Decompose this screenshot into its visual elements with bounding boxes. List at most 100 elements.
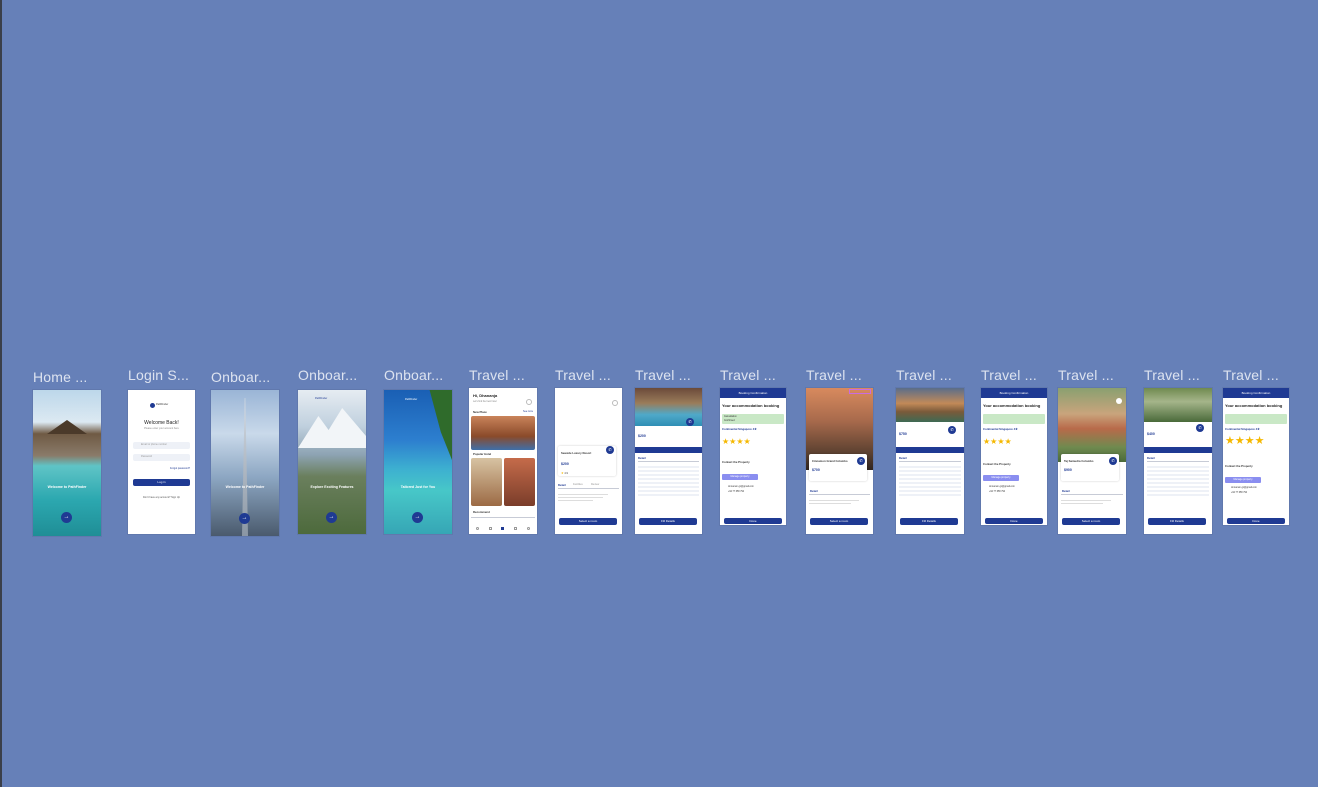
desc-line-2 <box>1061 503 1103 504</box>
room-tabs-bar[interactable] <box>1144 447 1212 453</box>
onboarding-1-next-button[interactable]: → <box>239 513 250 524</box>
contact-phone[interactable]: +94 77 658 794 <box>989 490 1005 494</box>
select-room-button[interactable]: Select a room <box>1062 518 1120 525</box>
frame-label-onboarding-1[interactable]: Onboar... <box>211 369 270 385</box>
favorite-icon[interactable] <box>1116 398 1122 404</box>
done-button[interactable]: Done <box>985 518 1043 524</box>
onboarding-2-screen[interactable]: PathFinder Explore Exciting Features → <box>298 390 366 534</box>
tab-detail[interactable]: Detail <box>558 483 566 487</box>
star-icon: ★★★★ <box>983 437 1012 446</box>
tab-detail[interactable]: Detail <box>1062 489 1070 493</box>
nav-profile-icon[interactable] <box>527 527 531 530</box>
booking-confirmation-screen-2[interactable]: Booking Confirmation Your accommodation … <box>981 388 1047 525</box>
login-button[interactable]: Log in <box>133 479 190 486</box>
hotel-detail-screen-6[interactable]: ✆ $400 Detail Fill Details <box>1144 388 1212 534</box>
login-screen[interactable]: PathFinder Welcome Back! Please enter yo… <box>128 390 195 534</box>
fill-details-button[interactable]: Fill Details <box>639 518 697 525</box>
new-place-see-all[interactable]: See more <box>523 410 533 414</box>
hotel-name: Seaside Luxury Resort <box>561 451 592 455</box>
booking-confirmation-screen-3[interactable]: Booking Confirmation Your accommodation … <box>1223 388 1289 525</box>
manage-property-button[interactable]: Manage property <box>1225 477 1261 483</box>
onboarding-2-next-button[interactable]: → <box>326 512 337 523</box>
manage-property-button[interactable]: Manage property <box>983 475 1019 481</box>
home-headline: Welcome to PathFinder <box>47 485 87 489</box>
frame-label-travel-6[interactable]: Travel ... <box>896 367 952 383</box>
call-button[interactable]: ✆ <box>606 446 614 454</box>
new-place-card[interactable] <box>471 416 535 450</box>
contact-phone[interactable]: +94 77 658 794 <box>728 490 744 494</box>
forgot-password-link[interactable]: Forgot password? <box>170 467 190 471</box>
hotel-detail-screen-4[interactable]: ✆ $750 Detail Fill Details <box>896 388 964 534</box>
popular-card-2[interactable] <box>504 458 535 506</box>
popular-label: Popular Hotel <box>473 452 492 456</box>
hotel-detail-screen-2[interactable]: ✆ $200 Detail Fill Details <box>635 388 702 534</box>
bottom-nav <box>471 525 535 532</box>
frame-label-login[interactable]: Login S... <box>128 367 189 383</box>
call-button[interactable]: ✆ <box>1196 424 1204 432</box>
frame-label-travel-1[interactable]: Travel ... <box>469 367 525 383</box>
onboarding-3-logo: PathFinder <box>405 398 418 401</box>
frame-label-travel-9[interactable]: Travel ... <box>1144 367 1200 383</box>
hotel-detail-screen-1[interactable]: Seaside Luxury Resort $200 ★ 4.9 ✆ Detai… <box>555 388 622 534</box>
nav-search-icon[interactable] <box>488 527 492 530</box>
room-tabs-bar[interactable] <box>635 447 702 453</box>
room-tabs-bar[interactable] <box>896 447 964 453</box>
frame-label-travel-3[interactable]: Travel ... <box>635 367 691 383</box>
booking-confirmation-screen-1[interactable]: Booking Confirmation Your accommodation … <box>720 388 786 525</box>
select-room-button[interactable]: Select a room <box>810 518 868 525</box>
contact-phone[interactable]: +94 77 658 794 <box>1231 491 1247 495</box>
tab-review[interactable]: Review <box>591 483 599 487</box>
frame-label-travel-7[interactable]: Travel ... <box>981 367 1037 383</box>
frame-label-travel-4[interactable]: Travel ... <box>720 367 776 383</box>
explore-screen[interactable]: Hi, Dhananja Let's find the best hotel N… <box>469 388 537 534</box>
frame-label-onboarding-2[interactable]: Onboar... <box>298 367 357 383</box>
frame-label-travel-10[interactable]: Travel ... <box>1223 367 1279 383</box>
status-box <box>983 414 1045 424</box>
tab-detail[interactable]: Detail <box>810 489 818 493</box>
call-button[interactable]: ✆ <box>1109 457 1117 465</box>
call-button[interactable]: ✆ <box>686 418 694 426</box>
nav-home-icon[interactable] <box>475 527 479 530</box>
frame-label-onboarding-3[interactable]: Onboar... <box>384 367 443 383</box>
villa-roof <box>47 420 87 434</box>
home-screen[interactable]: Welcome to PathFinder → <box>33 390 101 536</box>
done-button[interactable]: Done <box>1227 518 1285 524</box>
favorite-icon[interactable] <box>612 400 618 406</box>
canvas-left-edge <box>0 0 2 787</box>
desc-line-1 <box>1061 500 1111 501</box>
hotel-price: $900 <box>1064 468 1072 472</box>
frame-label-travel-8[interactable]: Travel ... <box>1058 367 1114 383</box>
frame-label-travel-5[interactable]: Travel ... <box>806 367 862 383</box>
signup-prompt[interactable]: Don't have any account? Sign Up <box>128 496 195 500</box>
password-field[interactable]: Password <box>133 454 190 461</box>
desc-line-3 <box>558 500 593 501</box>
call-button[interactable]: ✆ <box>948 426 956 434</box>
nav-bookings-icon[interactable] <box>501 527 505 530</box>
frame-label-travel-2[interactable]: Travel ... <box>555 367 611 383</box>
notification-icon[interactable] <box>526 399 532 405</box>
contact-email[interactable]: cinnamon.gc@gmail.com <box>728 485 754 489</box>
select-room-button[interactable]: Select a room <box>559 518 617 525</box>
onboarding-1-screen[interactable]: Welcome to PathFinder → <box>211 390 279 536</box>
tab-facilities[interactable]: Facilities <box>573 483 583 487</box>
contact-email[interactable]: cinnamon.gc@gmail.com <box>989 485 1015 489</box>
onboarding-3-next-button[interactable]: → <box>412 512 423 523</box>
nav-saved-icon[interactable] <box>514 527 518 530</box>
fill-details-button[interactable]: Fill Details <box>900 518 958 525</box>
tab-detail[interactable]: Detail <box>899 456 907 460</box>
tab-detail[interactable]: Detail <box>638 456 646 460</box>
frame-label-home[interactable]: Home ... <box>33 369 88 385</box>
onboarding-3-screen[interactable]: PathFinder Tailored Just for You → <box>384 390 452 534</box>
call-button[interactable]: ✆ <box>857 457 865 465</box>
email-field[interactable]: Email or phone number <box>133 442 190 449</box>
popular-card-1[interactable] <box>471 458 502 506</box>
done-button[interactable]: Done <box>724 518 782 524</box>
home-next-button[interactable]: → <box>61 512 72 523</box>
contact-email[interactable]: cinnamon.gc@gmail.com <box>1231 486 1257 490</box>
hotel-detail-screen-5[interactable]: Taj Samudra Colombo $900 ✆ Detail Select… <box>1058 388 1126 534</box>
hotel-detail-screen-3[interactable]: Cinnamon Grand Colombo $700 ✆ Detail Sel… <box>806 388 873 534</box>
tab-detail[interactable]: Detail <box>1147 456 1155 460</box>
tab-divider <box>558 488 619 489</box>
fill-details-button[interactable]: Fill Details <box>1148 518 1206 525</box>
manage-property-button[interactable]: Manage property <box>722 474 758 480</box>
